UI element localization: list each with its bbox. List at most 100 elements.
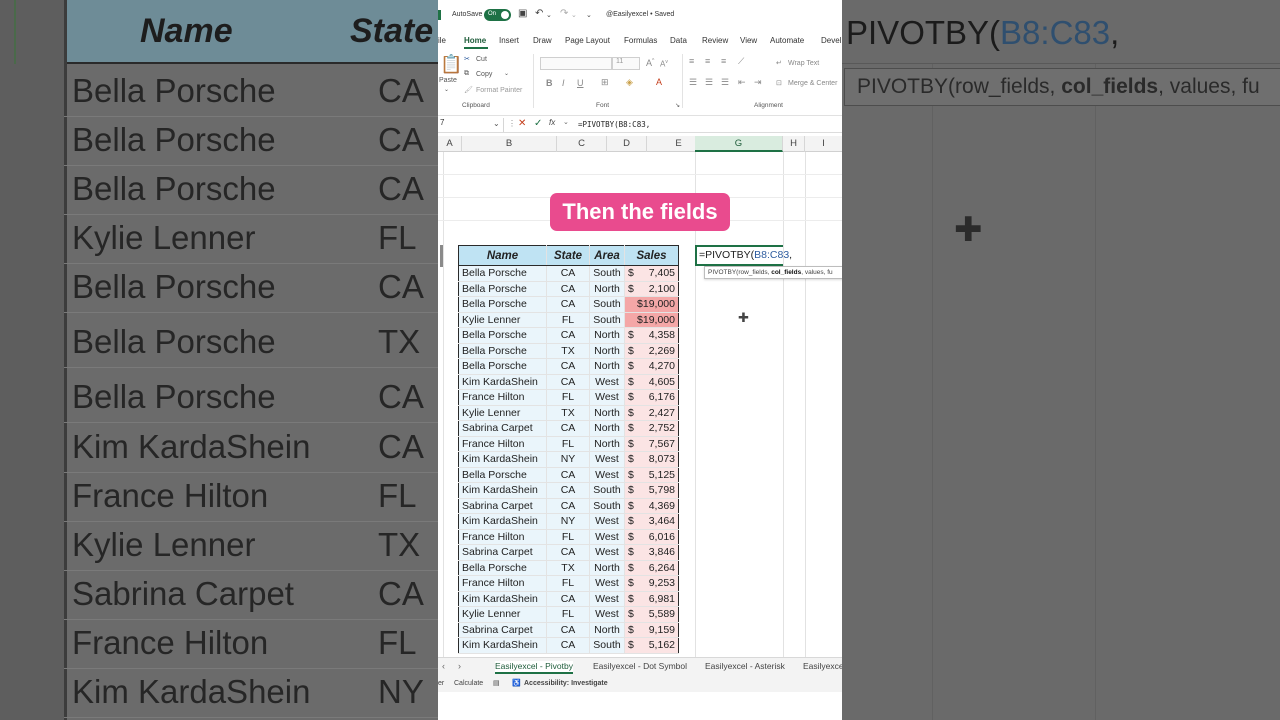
cell-sales[interactable]: $7,567 [624,435,679,452]
column-header-h[interactable]: H [783,136,805,152]
cell-name[interactable]: Bella Porsche [458,280,547,297]
tab-view[interactable]: View [740,36,757,45]
chevron-down-icon[interactable]: ⌄ [571,11,577,19]
cell-area[interactable]: South [589,482,625,499]
cell-name[interactable]: Kim KardaShein [458,451,547,468]
tab-automate[interactable]: Automate [770,36,804,45]
cell-area[interactable]: West [589,544,625,561]
cell-sales[interactable]: $6,176 [624,389,679,406]
cell-area[interactable]: North [589,342,625,359]
cell-sales[interactable]: $9,159 [624,621,679,638]
cell-area[interactable]: North [589,420,625,437]
bold-button[interactable]: B [546,78,553,88]
undo-icon[interactable]: ↶ [535,8,543,19]
cell-state[interactable]: CA [546,621,590,638]
wrap-text-button[interactable]: Wrap Text [788,60,819,67]
sheet-tab-dot-symbol[interactable]: Easilyexcel - Dot Symbol [593,661,687,671]
cell-sales[interactable]: $2,269 [624,342,679,359]
font-name-dropdown[interactable] [540,57,612,70]
cell-state[interactable]: CA [546,482,590,499]
cell-state[interactable]: CA [546,420,590,437]
cell-sales[interactable]: $5,162 [624,637,679,654]
cell-state[interactable]: FL [546,435,590,452]
copy-icon[interactable]: ⧉ [464,70,469,78]
cell-sales[interactable]: $8,073 [624,451,679,468]
cell-area[interactable]: North [589,280,625,297]
cell-area[interactable]: West [589,590,625,607]
chevron-left-icon[interactable]: ‹ [442,661,445,671]
wrap-text-icon[interactable]: ↵ [776,59,782,67]
cell-sales[interactable]: $3,846 [624,544,679,561]
font-size-dropdown[interactable]: 11 [612,57,640,70]
cell-state[interactable]: CA [546,466,590,483]
cancel-icon[interactable]: ✕ [518,118,526,129]
cell-area[interactable]: South [589,265,625,282]
chevron-down-icon[interactable]: ⌄ [563,118,569,126]
cell-name[interactable]: Sabrina Carpet [458,544,547,561]
cell-area[interactable]: South [589,637,625,654]
cell-name[interactable]: Kylie Lenner [458,606,547,623]
workbook-stats-icon[interactable]: ▤ [493,679,500,687]
cell-name[interactable]: Bella Porsche [458,296,547,313]
header-area[interactable]: Area [589,245,625,266]
cell-sales[interactable]: $7,405 [624,265,679,282]
cell-name[interactable]: France Hilton [458,528,547,545]
align-center-icon[interactable]: ☰ [705,77,713,88]
header-state[interactable]: State [546,245,590,266]
cut-button[interactable]: Cut [476,56,487,63]
tab-draw[interactable]: Draw [533,36,552,45]
cell-name[interactable]: Bella Porsche [458,265,547,282]
cell-state[interactable]: CA [546,358,590,375]
document-title[interactable]: @Easilyexcel • Saved [606,11,674,18]
cell-state[interactable]: FL [546,575,590,592]
cell-state[interactable]: TX [546,559,590,576]
chevron-down-icon[interactable]: ⌄ [546,11,552,19]
cell-area[interactable]: North [589,327,625,344]
cell-area[interactable]: West [589,528,625,545]
cell-name[interactable]: Kylie Lenner [458,404,547,421]
cell-name[interactable]: Kylie Lenner [458,311,547,328]
insert-function-icon[interactable]: fx [549,118,555,127]
cell-area[interactable]: West [589,373,625,390]
align-top-icon[interactable]: ≡ [689,56,694,66]
cell-area[interactable]: North [589,435,625,452]
column-header-i[interactable]: I [805,136,842,152]
italic-button[interactable]: I [562,78,565,88]
decrease-font-icon[interactable]: Av [660,59,668,69]
customize-icon[interactable]: ⌄ [586,11,592,19]
align-left-icon[interactable]: ☰ [689,77,697,88]
increase-indent-icon[interactable]: ⇥ [754,77,762,88]
cell-name[interactable]: Sabrina Carpet [458,621,547,638]
cell-sales[interactable]: $3,464 [624,513,679,530]
cell-state[interactable]: FL [546,389,590,406]
align-bottom-icon[interactable]: ≡ [721,56,726,66]
cell-name[interactable]: Bella Porsche [458,358,547,375]
accessibility-status[interactable]: Accessibility: Investigate [524,680,608,687]
cell-state[interactable]: CA [546,497,590,514]
cell-area[interactable]: North [589,358,625,375]
cell-area[interactable]: West [589,389,625,406]
fill-color-icon[interactable]: ◈ [626,77,633,88]
sheet-tab-pivotby[interactable]: Easilyexcel - Pivotby [495,661,573,674]
tab-page-layout[interactable]: Page Layout [565,36,610,45]
tab-data[interactable]: Data [670,36,687,45]
cell-sales[interactable]: $19,000 [624,311,679,328]
formula-input[interactable]: =PIVOTBY(B8:C83, [578,120,650,129]
column-header-g[interactable]: G [695,136,783,152]
cell-sales[interactable]: $4,605 [624,373,679,390]
cell-area[interactable]: West [589,513,625,530]
cell-name[interactable]: Kim KardaShein [458,373,547,390]
name-box[interactable]: 7 ⌄ [438,118,504,132]
cell-sales[interactable]: $6,981 [624,590,679,607]
chevron-down-icon[interactable]: ⌄ [504,70,509,77]
cell-area[interactable]: West [589,466,625,483]
active-cell-g[interactable]: =PIVOTBY(B8:C83, [695,245,792,266]
tab-formulas[interactable]: Formulas [624,36,657,45]
align-right-icon[interactable]: ☰ [721,77,729,88]
cell-state[interactable]: TX [546,342,590,359]
cell-area[interactable]: North [589,559,625,576]
chevron-right-icon[interactable]: › [458,661,461,671]
cell-sales[interactable]: $5,798 [624,482,679,499]
cell-area[interactable]: North [589,404,625,421]
cell-state[interactable]: TX [546,404,590,421]
